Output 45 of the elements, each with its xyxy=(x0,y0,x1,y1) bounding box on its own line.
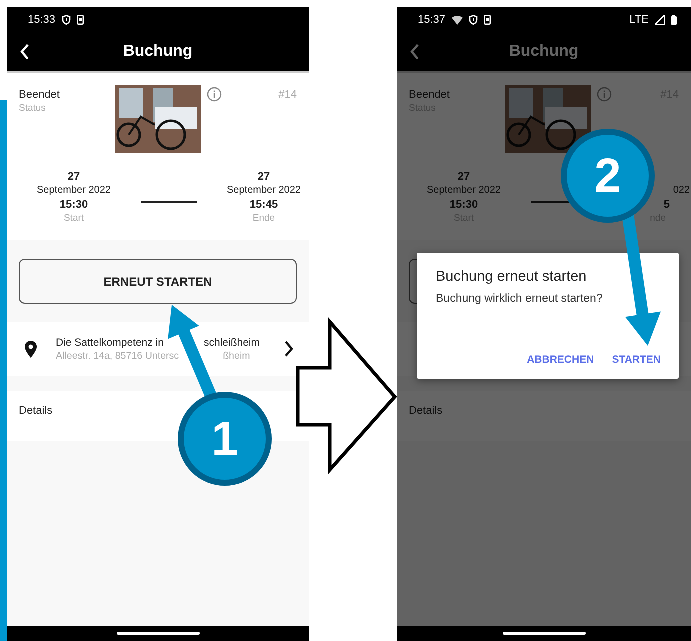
location-name: Die Sattelkompetenz in xyxy=(56,336,164,348)
date-month-year: September 2022 xyxy=(227,185,301,196)
time-label: Start xyxy=(64,213,84,224)
status-time: 15:33 xyxy=(28,14,56,26)
location-name: schleißheim xyxy=(204,336,260,348)
battery-icon xyxy=(671,15,677,25)
time-value: 15:45 xyxy=(250,199,278,211)
location-pin-icon xyxy=(25,340,37,358)
time-value: 5 xyxy=(662,199,670,211)
date-day: 27 xyxy=(258,171,270,184)
status-value: Beendet xyxy=(19,89,61,101)
dialog-message: Buchung wirklich erneut starten? xyxy=(436,293,604,305)
chevron-right-icon[interactable] xyxy=(284,341,294,357)
screen-title: Buchung xyxy=(508,43,580,61)
status-time: 15:37 xyxy=(418,14,446,26)
phone-icon xyxy=(76,15,84,25)
shield-icon xyxy=(468,15,478,25)
shield-icon xyxy=(62,15,71,25)
time-label: Ende xyxy=(252,213,276,224)
restart-button[interactable]: ERNEUT STARTEN xyxy=(19,259,297,304)
dialog-button[interactable]: STARTEN xyxy=(612,354,661,366)
info-icon[interactable] xyxy=(597,87,612,102)
signal-icon xyxy=(655,15,665,25)
phone-icon xyxy=(484,15,491,25)
date-day: 27 xyxy=(68,171,80,184)
info-icon[interactable] xyxy=(207,87,222,102)
back-icon[interactable] xyxy=(20,44,30,60)
date-month-year: 022 xyxy=(672,185,690,196)
status-label: Status xyxy=(19,103,47,114)
screen-title: Buchung xyxy=(122,43,194,61)
details-label: Details xyxy=(19,405,53,417)
dialog-button[interactable]: ABBRECHEN xyxy=(527,354,594,366)
location-address: ßheim xyxy=(223,350,250,362)
dialog-title: Buchung erneut starten xyxy=(436,269,588,285)
network-label: LTE xyxy=(630,14,649,26)
date-month-year: September 2022 xyxy=(427,185,501,196)
date-month-year: September 2022 xyxy=(37,185,111,196)
date-day: 27 xyxy=(458,171,470,184)
location-address: Alleestr. 14a, 85716 Untersc xyxy=(56,350,180,362)
details-label: Details xyxy=(409,405,443,417)
time-value: 15:30 xyxy=(450,199,478,211)
time-value: 15:30 xyxy=(60,199,88,211)
booking-number: #14 xyxy=(278,89,297,101)
status-value: Beendet xyxy=(409,89,451,101)
time-range-line xyxy=(141,200,197,202)
